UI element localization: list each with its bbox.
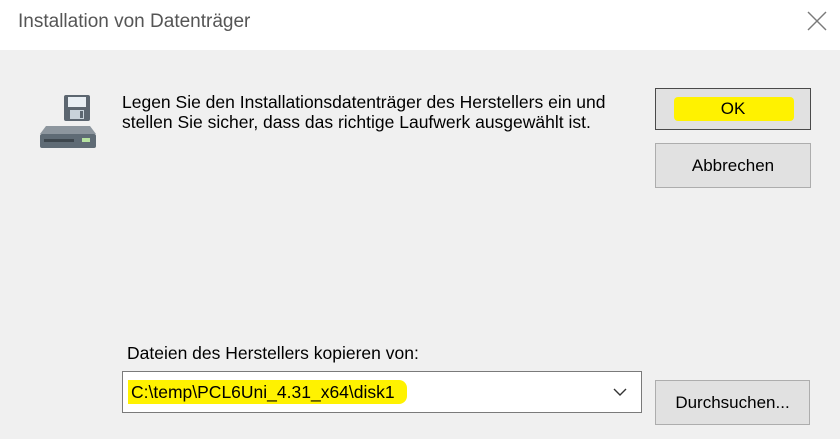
disk-drive-icon — [40, 95, 96, 148]
copy-from-label: Dateien des Herstellers kopieren von: — [127, 343, 419, 363]
title-bar: Installation von Datenträger — [0, 0, 840, 50]
ok-button[interactable]: OK — [655, 88, 811, 130]
instruction-text: Legen Sie den Installationsdatenträger d… — [122, 92, 606, 132]
chevron-down-icon[interactable] — [613, 388, 627, 397]
window-title: Installation von Datenträger — [18, 11, 251, 32]
install-from-disk-dialog: Installation von Datenträger Legen Sie d… — [0, 0, 840, 439]
copy-from-path[interactable]: C:\temp\PCL6Uni_4.31_x64\disk1 — [128, 380, 407, 404]
close-icon — [807, 11, 827, 31]
ok-button-label: OK — [720, 99, 746, 118]
cancel-button-label: Abbrechen — [691, 155, 775, 175]
close-button[interactable] — [794, 0, 840, 44]
copy-from-combobox[interactable]: C:\temp\PCL6Uni_4.31_x64\disk1 — [122, 371, 642, 413]
cancel-button[interactable]: Abbrechen — [655, 143, 811, 188]
browse-button[interactable]: Durchsuchen... — [655, 380, 810, 425]
browse-button-label: Durchsuchen... — [675, 392, 790, 412]
